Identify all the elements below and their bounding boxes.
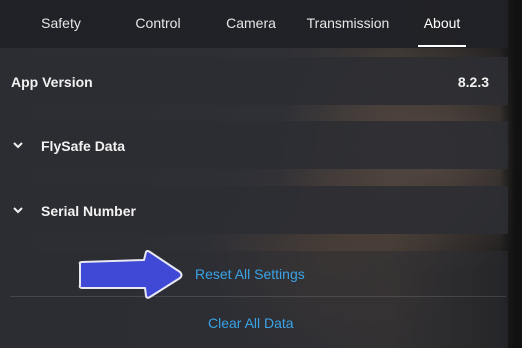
annotation-arrow-icon (78, 250, 183, 299)
tab-about[interactable]: About (410, 0, 474, 48)
chevron-down-icon (13, 207, 23, 214)
app-version-label: App Version (11, 74, 93, 90)
flysafe-data-row[interactable]: FlySafe Data (0, 121, 508, 169)
chevron-down-icon (13, 142, 23, 149)
app-version-row: App Version 8.2.3 (0, 57, 508, 105)
tab-camera[interactable]: Camera (212, 0, 290, 48)
serial-number-row[interactable]: Serial Number (0, 186, 508, 234)
flysafe-data-label: FlySafe Data (41, 138, 126, 154)
tab-safety[interactable]: Safety (22, 0, 100, 48)
tab-transmission[interactable]: Transmission (296, 0, 400, 48)
settings-tab-bar: Safety Control Camera Transmission About (0, 0, 508, 48)
clear-all-data-button[interactable]: Clear All Data (208, 315, 294, 331)
reset-all-settings-button[interactable]: Reset All Settings (195, 266, 305, 282)
serial-number-label: Serial Number (41, 203, 136, 219)
app-version-value: 8.2.3 (457, 74, 489, 90)
tab-control[interactable]: Control (118, 0, 198, 48)
active-tab-indicator (418, 45, 466, 47)
